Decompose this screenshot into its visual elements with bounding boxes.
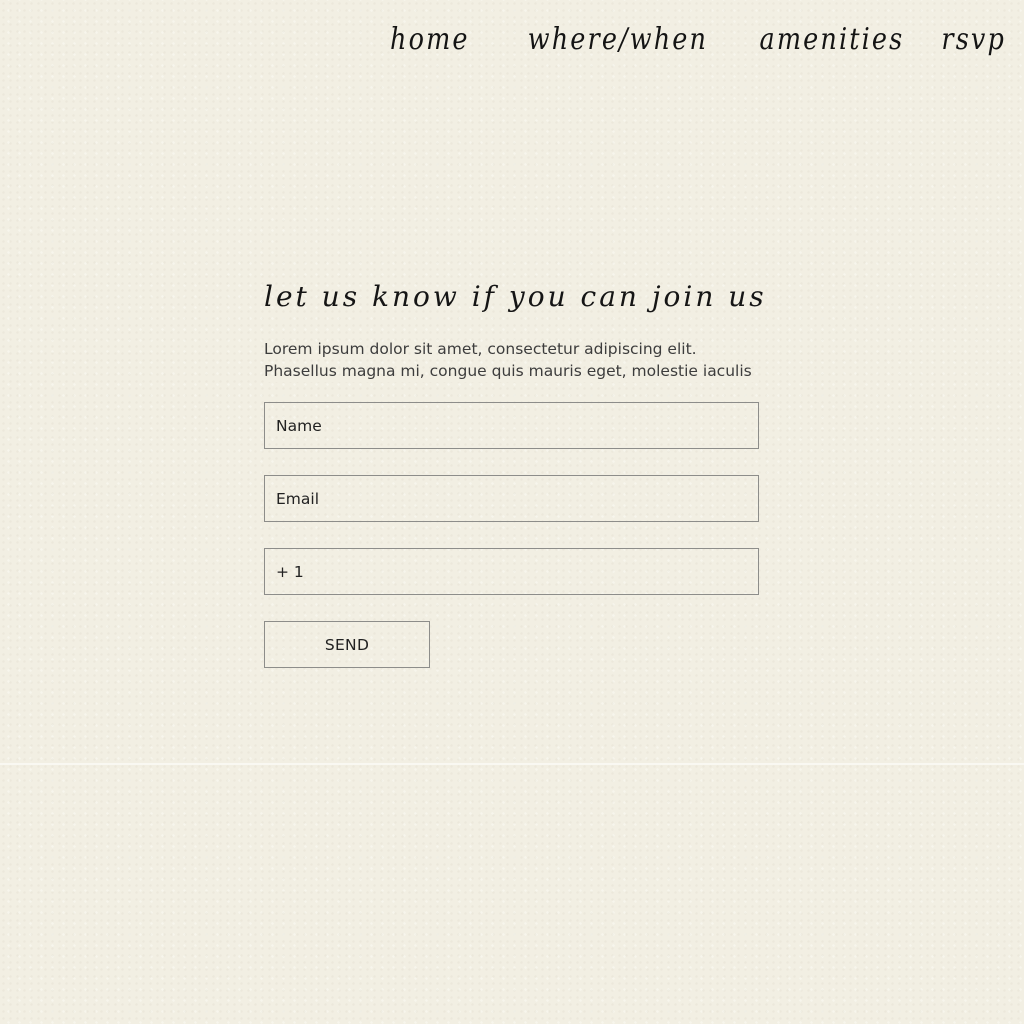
send-button[interactable]: SEND [264,621,430,668]
main-nav: home where/when amenities rsvp [376,20,1006,60]
rsvp-form: SEND [264,402,759,668]
nav-where-when-link[interactable]: where/when [528,20,708,60]
nav-amenities-link[interactable]: amenities [759,20,904,60]
plus-one-field[interactable] [264,548,759,595]
nav-rsvp-link[interactable]: rsvp [941,20,1006,60]
nav-home-link[interactable]: home [390,20,470,60]
email-field[interactable] [264,475,759,522]
rsvp-intro-text: Lorem ipsum dolor sit amet, consectetur … [264,338,759,382]
name-field[interactable] [264,402,759,449]
rsvp-section: let us know if you can join us Lorem ips… [264,275,767,668]
section-divider [0,763,1024,765]
rsvp-heading: let us know if you can join us [264,280,767,313]
